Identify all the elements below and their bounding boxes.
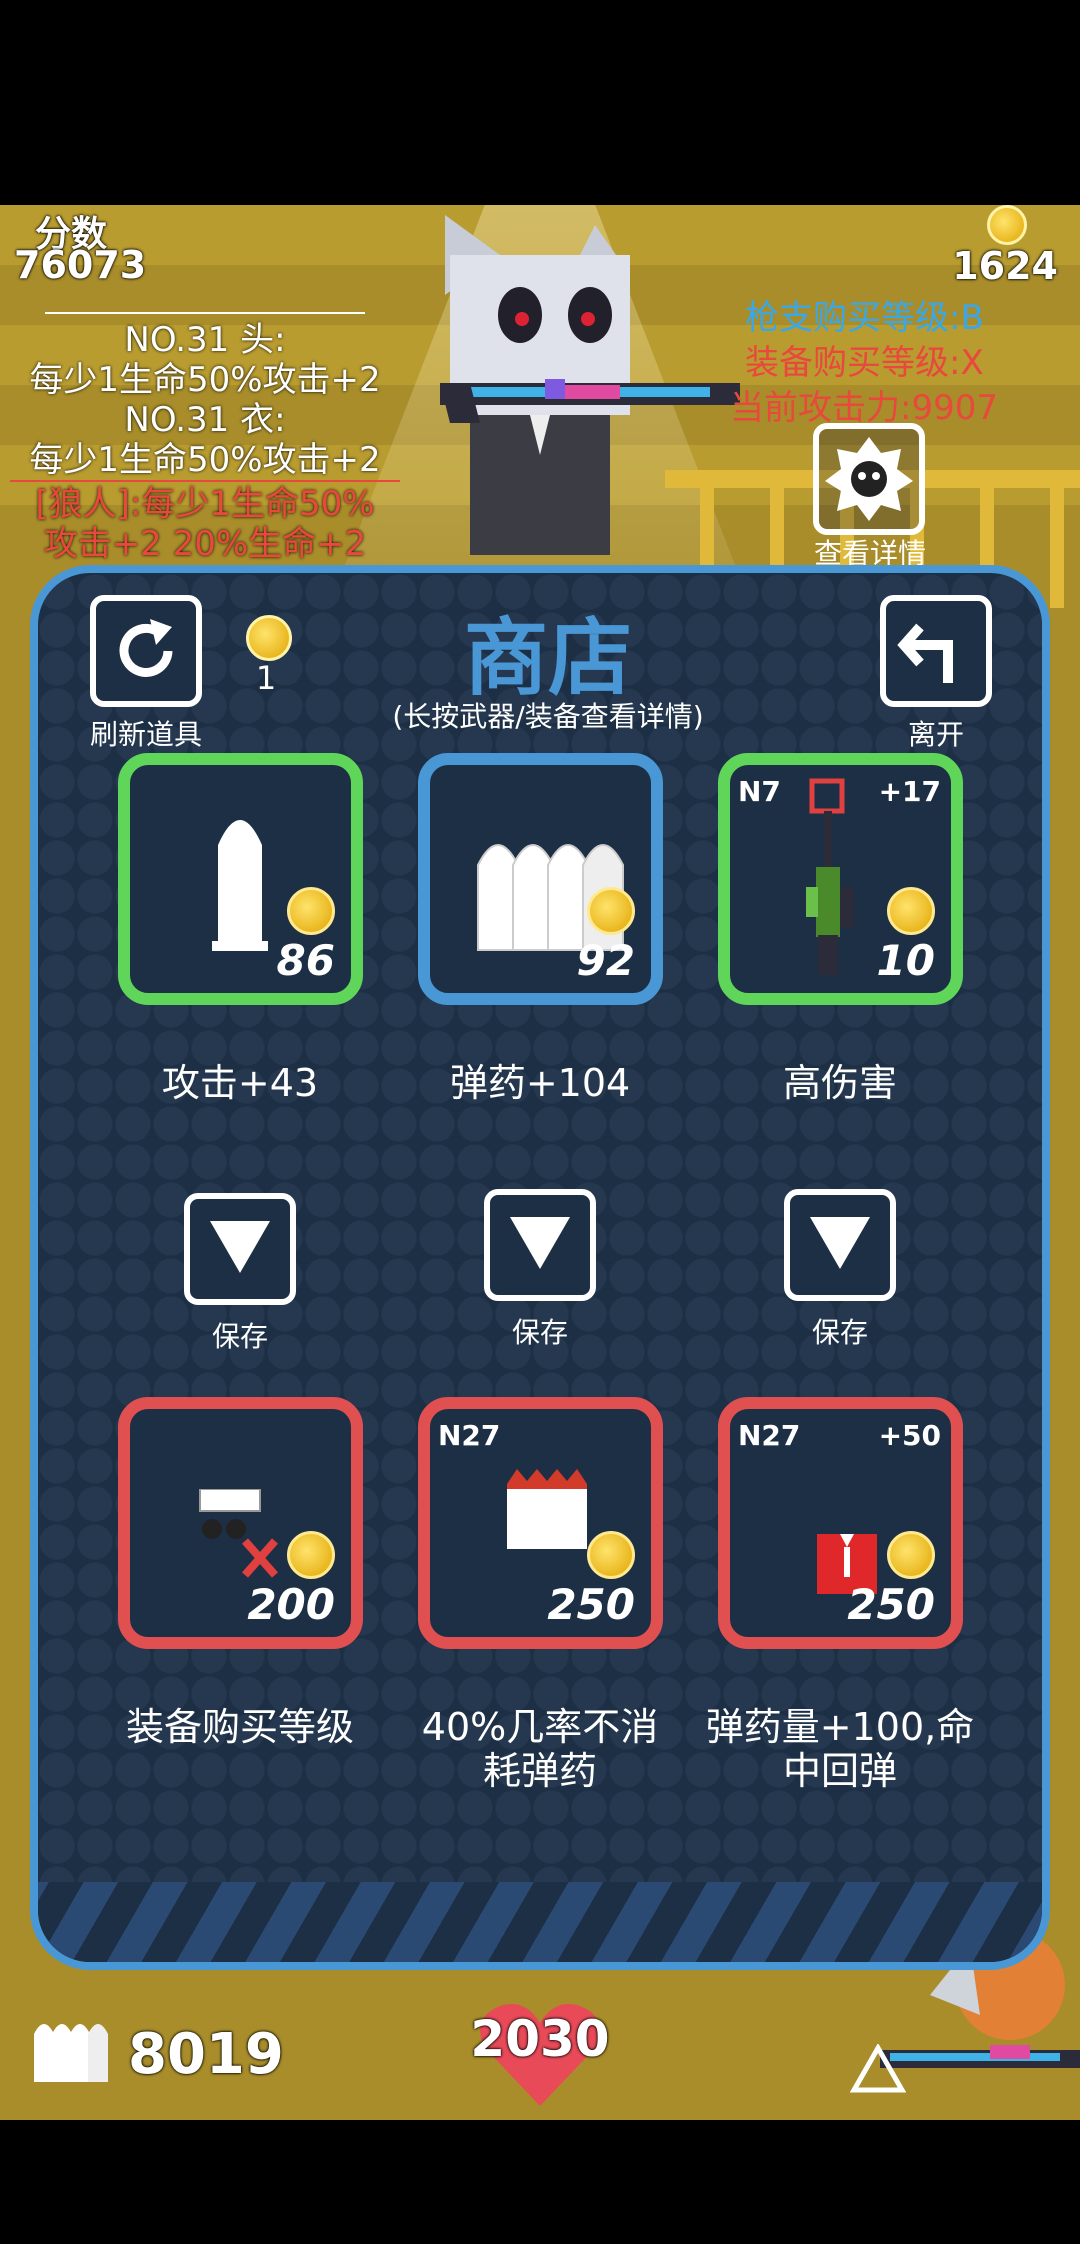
item-label: 装备购买等级 xyxy=(125,1705,354,1749)
refresh-label: 刷新道具 xyxy=(89,718,202,751)
price-coin-icon xyxy=(587,1531,635,1579)
price-coin-icon xyxy=(887,1531,935,1579)
price-coin-icon xyxy=(287,1531,335,1579)
item-price: 10 xyxy=(876,936,935,985)
item-label: 攻击+43 xyxy=(161,1061,319,1105)
skull-badge-icon xyxy=(825,437,913,521)
ammo-count: 8019 xyxy=(128,2022,284,2087)
item-bonus: +50 xyxy=(878,1419,941,1452)
price-coin-icon xyxy=(587,887,635,935)
refresh-coin-icon xyxy=(246,615,292,661)
attack-power: 当前攻击力:9907 xyxy=(730,388,998,428)
item-price: 92 xyxy=(576,936,635,985)
item-tier: N27 xyxy=(438,1419,501,1452)
save-label: 保存 xyxy=(211,1320,268,1353)
gun-level: 枪支购买等级:B xyxy=(745,298,984,338)
item-price: 250 xyxy=(847,1580,935,1629)
refresh-button[interactable] xyxy=(90,595,202,707)
shop-panel: 刷新道具 1 商店 (长按武器/装备查看详情) 离开 86 92 N7 +17 xyxy=(30,565,1050,1970)
refresh-icon xyxy=(119,619,173,677)
rifle-icon xyxy=(806,778,854,975)
equip-level: 装备购买等级:X xyxy=(745,343,984,383)
set-bonus-line1: [狼人]:每少1生命50% xyxy=(35,484,375,524)
item-label: 40%几率不消耗弹药 xyxy=(421,1705,659,1793)
coin-count: 1624 xyxy=(952,244,1058,288)
item-price: 200 xyxy=(247,1580,335,1629)
shop-item-equip-level[interactable]: 200 xyxy=(118,1397,363,1649)
shop-item-no-ammo-cost[interactable]: N27 250 xyxy=(418,1397,663,1649)
refresh-cost: 1 xyxy=(255,659,277,697)
score-value: 76073 xyxy=(14,243,147,287)
rifle-sprite xyxy=(440,373,740,433)
item-price: 86 xyxy=(276,936,335,985)
price-coin-icon xyxy=(887,887,935,935)
leave-label: 离开 xyxy=(907,718,964,751)
body-effect: 每少1生命50%攻击+2 xyxy=(29,440,381,480)
view-details-button[interactable] xyxy=(813,423,925,535)
jump-triangle-icon[interactable] xyxy=(850,2044,906,2094)
save-label: 保存 xyxy=(811,1316,868,1349)
item-label: 弹药量+100,命中回弹 xyxy=(705,1705,975,1793)
health-value: 2030 xyxy=(470,2010,610,2068)
sunglasses-upgrade-icon xyxy=(199,1489,278,1578)
item-label: 弹药+104 xyxy=(449,1061,631,1105)
head-title: NO.31 头: xyxy=(124,320,286,360)
shop-title: 商店 xyxy=(463,609,632,707)
item-tier: N27 xyxy=(738,1419,801,1452)
shop-subtitle: (长按武器/装备查看详情) xyxy=(392,700,704,733)
item-bonus: +17 xyxy=(878,775,941,808)
white-shirt-icon xyxy=(507,1469,587,1549)
shop-item-attack[interactable]: 86 xyxy=(118,753,363,1005)
down-arrow-icon xyxy=(510,1217,570,1269)
shop-item-high-damage-gun[interactable]: N7 +17 10 xyxy=(718,753,963,1005)
shop-item-ammo[interactable]: 92 xyxy=(418,753,663,1005)
back-arrow-icon xyxy=(897,623,953,683)
body-title: NO.31 衣: xyxy=(124,400,286,440)
coin-icon xyxy=(987,205,1027,245)
item-tier: N7 xyxy=(738,775,781,808)
item-label: 高伤害 xyxy=(782,1061,897,1105)
equipment-info: NO.31 头: 每少1生命50%攻击+2 NO.31 衣: 每少1生命50%攻… xyxy=(0,312,410,564)
down-arrow-icon xyxy=(810,1217,870,1269)
down-arrow-icon xyxy=(210,1221,270,1273)
price-coin-icon xyxy=(287,887,335,935)
save-label: 保存 xyxy=(511,1316,568,1349)
shop-item-ammo-rebound[interactable]: N27 +50 250 xyxy=(718,1397,963,1649)
set-bonus-line2: 攻击+2 20%生命+2 xyxy=(43,524,367,564)
leave-button[interactable] xyxy=(880,595,992,707)
head-effect: 每少1生命50%攻击+2 xyxy=(29,360,381,400)
item-price: 250 xyxy=(547,1580,635,1629)
save-button-2[interactable] xyxy=(484,1189,596,1301)
save-button-1[interactable] xyxy=(184,1193,296,1305)
save-button-3[interactable] xyxy=(784,1189,896,1301)
bullet-icon xyxy=(212,820,268,951)
ammo-icon xyxy=(34,2024,108,2082)
